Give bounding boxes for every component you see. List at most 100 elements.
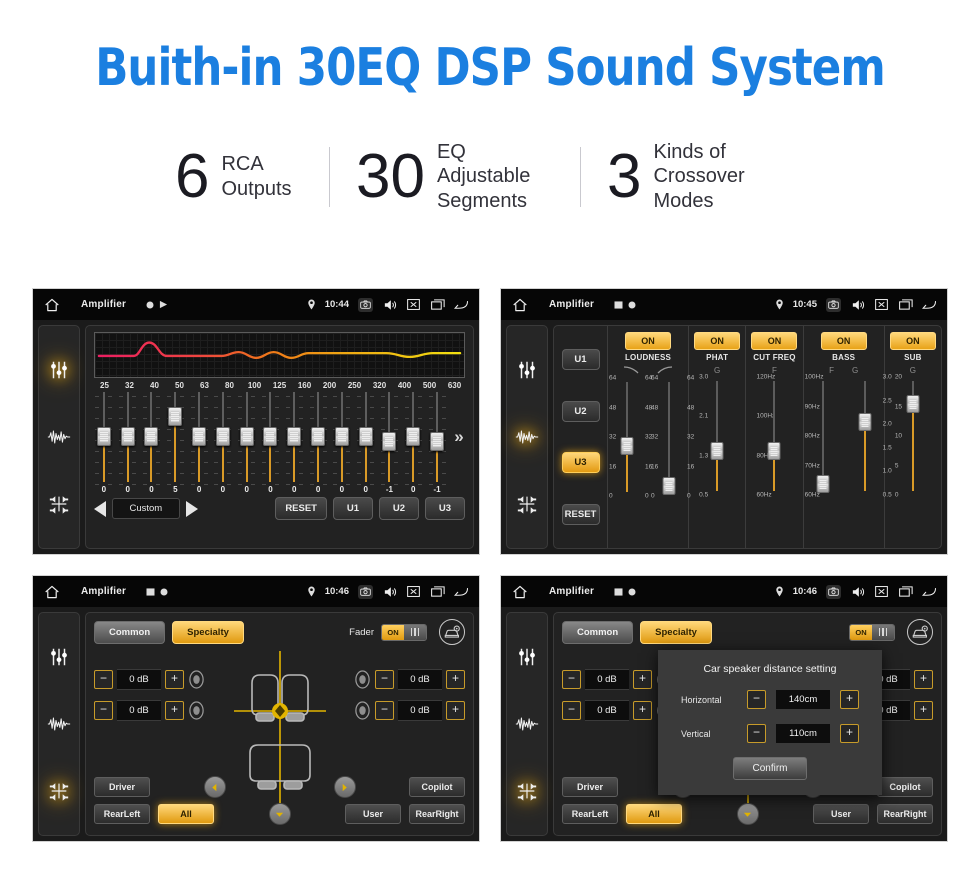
preset-reset-button[interactable]: RESET — [561, 503, 600, 525]
dsp-slider[interactable]: 20 15 10 5 0 — [895, 374, 930, 499]
recents-icon[interactable] — [898, 298, 913, 312]
eq-band-250[interactable]: 0 — [330, 392, 354, 494]
dsp-toggle-sub[interactable]: ON — [889, 332, 936, 350]
position-rearright-button[interactable]: RearRight — [409, 804, 465, 824]
slider-knob[interactable] — [96, 427, 111, 446]
preset-u3-button[interactable]: U3 — [425, 497, 465, 520]
chevron-double-right-icon[interactable]: » — [449, 392, 469, 482]
dsp-slider[interactable]: 64 48 32 16 0 64 48 32 16 0 — [651, 375, 694, 500]
car-gear-icon[interactable] — [907, 619, 933, 645]
slider-knob[interactable] — [358, 427, 373, 446]
slider-knob[interactable] — [311, 427, 326, 446]
eq-band-80[interactable]: 0 — [211, 392, 235, 494]
waveform-icon[interactable] — [47, 425, 71, 449]
recents-icon[interactable] — [430, 585, 445, 599]
equalizer-icon[interactable] — [47, 645, 71, 669]
position-copilot-button[interactable]: Copilot — [409, 777, 465, 797]
slider-knob[interactable] — [192, 427, 207, 446]
slider-knob[interactable] — [906, 394, 920, 413]
position-rearleft-button[interactable]: RearLeft — [562, 804, 618, 824]
slider-knob[interactable] — [215, 427, 230, 446]
fader-toggle[interactable]: ON — [381, 623, 427, 641]
camera-icon[interactable] — [358, 297, 373, 312]
eq-slider-track[interactable] — [142, 392, 160, 485]
dsp-slider[interactable]: 3.0 2.5 2.0 1.5 1.0 0.5 — [848, 374, 892, 499]
volume-icon[interactable] — [382, 585, 397, 599]
eq-slider-track[interactable] — [190, 392, 208, 485]
slider-knob[interactable] — [620, 437, 634, 456]
slider-knob[interactable] — [168, 407, 183, 427]
close-box-icon[interactable] — [406, 298, 421, 312]
preset-u2-button[interactable]: U2 — [561, 400, 600, 422]
eq-band-40[interactable]: 0 — [140, 392, 164, 494]
slider-knob[interactable] — [430, 432, 445, 452]
dsp-slider[interactable]: 64 48 32 16 0 64 48 32 16 0 — [609, 375, 652, 500]
position-all-button[interactable]: All — [158, 804, 214, 824]
position-user-button[interactable]: User — [345, 804, 401, 824]
recents-icon[interactable] — [430, 298, 445, 312]
position-copilot-button[interactable]: Copilot — [877, 777, 933, 797]
tab-specialty[interactable]: Specialty — [172, 620, 244, 644]
eq-band-63[interactable]: 0 — [187, 392, 211, 494]
dsp-toggle-cut-freq[interactable]: ON — [751, 332, 798, 350]
increment-button[interactable]: + — [633, 670, 652, 689]
tab-specialty[interactable]: Specialty — [640, 620, 712, 644]
increment-button[interactable]: + — [633, 701, 652, 720]
reset-button[interactable]: RESET — [275, 497, 327, 520]
close-box-icon[interactable] — [874, 298, 889, 312]
preset-u1-button[interactable]: U1 — [561, 349, 600, 371]
increment-button[interactable]: + — [914, 670, 933, 689]
waveform-icon[interactable] — [515, 712, 539, 736]
slider-knob[interactable] — [144, 427, 159, 446]
eq-slider-track[interactable] — [357, 392, 375, 485]
back-icon[interactable] — [922, 298, 937, 312]
equalizer-icon[interactable] — [47, 358, 71, 382]
slider-knob[interactable] — [382, 432, 397, 452]
car-gear-icon[interactable] — [439, 619, 465, 645]
balance-icon[interactable] — [47, 492, 71, 516]
prev-preset-arrow[interactable] — [94, 500, 106, 517]
decrement-button[interactable]: − — [375, 670, 394, 689]
eq-slider-track[interactable] — [309, 392, 327, 485]
decrement-button[interactable]: − — [94, 701, 113, 720]
position-all-button[interactable]: All — [626, 804, 682, 824]
equalizer-icon[interactable] — [515, 645, 539, 669]
increment-button[interactable]: + — [914, 701, 933, 720]
confirm-button[interactable]: Confirm — [733, 757, 807, 780]
eq-band-100[interactable]: 0 — [235, 392, 259, 494]
eq-band-160[interactable]: 0 — [282, 392, 306, 494]
decrement-button[interactable]: − — [562, 701, 581, 720]
dsp-slider[interactable]: 3.0 2.1 1.3 0.5 — [699, 374, 734, 499]
dsp-toggle-loudness[interactable]: ON — [625, 332, 671, 350]
preset-u2-button[interactable]: U2 — [379, 497, 419, 520]
eq-band-50[interactable]: 5 — [163, 392, 187, 494]
dsp-slider[interactable]: 120Hz 100Hz 80Hz 60Hz — [756, 374, 791, 499]
eq-slider-track[interactable] — [428, 392, 446, 485]
volume-icon[interactable] — [850, 585, 865, 599]
eq-slider-track[interactable] — [214, 392, 232, 485]
balance-icon[interactable] — [47, 779, 71, 803]
eq-slider-track[interactable] — [285, 392, 303, 485]
balance-icon[interactable] — [515, 779, 539, 803]
equalizer-icon[interactable] — [515, 358, 539, 382]
camera-icon[interactable] — [826, 297, 841, 312]
home-icon[interactable] — [511, 298, 529, 312]
nav-down-icon[interactable] — [268, 803, 291, 825]
fader-toggle[interactable]: ON — [849, 623, 895, 641]
nav-left-icon[interactable] — [203, 776, 226, 798]
next-preset-arrow[interactable] — [185, 500, 198, 517]
increment-button[interactable]: + — [446, 670, 465, 689]
tab-common[interactable]: Common — [562, 620, 634, 644]
eq-band-320[interactable]: 0 — [354, 392, 378, 494]
position-driver-button[interactable]: Driver — [562, 777, 618, 797]
horizontal-decrement-button[interactable]: − — [747, 690, 766, 709]
slider-knob[interactable] — [120, 427, 135, 446]
back-icon[interactable] — [454, 585, 469, 599]
eq-slider-track[interactable] — [404, 392, 422, 485]
eq-slider-track[interactable] — [333, 392, 351, 485]
eq-band-200[interactable]: 0 — [306, 392, 330, 494]
eq-band-25[interactable]: 0 — [92, 392, 116, 494]
home-icon[interactable] — [511, 585, 529, 599]
preset-u3-button[interactable]: U3 — [561, 452, 600, 474]
eq-slider-track[interactable] — [166, 392, 184, 485]
